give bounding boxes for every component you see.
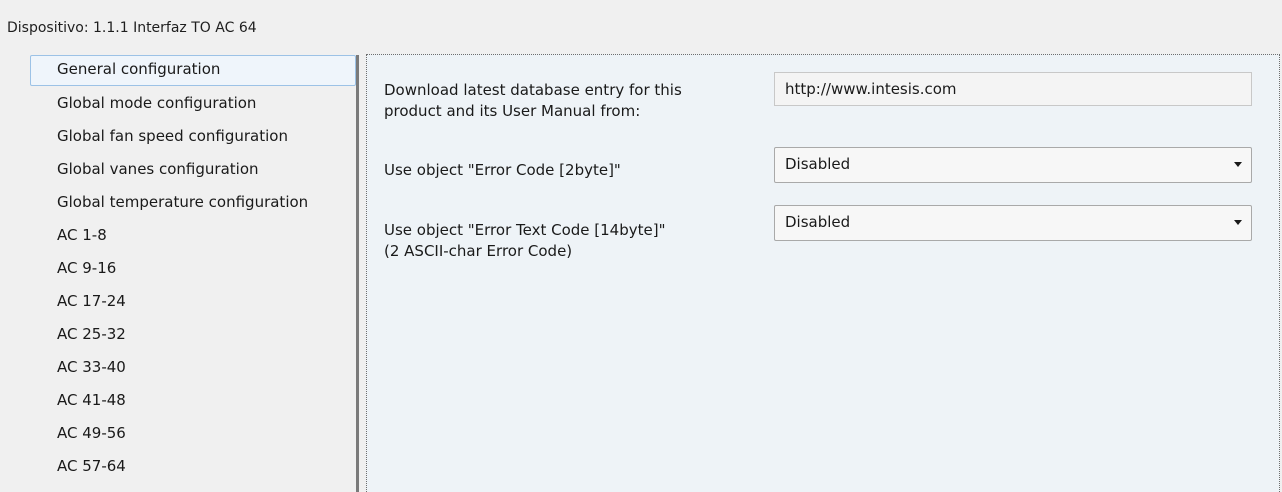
sidebar-item-global-fan-speed-configuration[interactable]: Global fan speed configuration bbox=[30, 121, 356, 154]
sidebar-item-ac-9-16[interactable]: AC 9-16 bbox=[30, 253, 356, 286]
download-url-field[interactable]: http://www.intesis.com bbox=[774, 72, 1252, 106]
error-code-select[interactable]: Disabled bbox=[774, 147, 1252, 183]
sidebar-item-global-temperature-configuration[interactable]: Global temperature configuration bbox=[30, 187, 356, 220]
error-text-code-label: Use object "Error Text Code [14byte]" (2… bbox=[384, 220, 764, 262]
sidebar-item-ac-57-64[interactable]: AC 57-64 bbox=[30, 451, 356, 484]
download-label: Download latest database entry for this … bbox=[384, 80, 764, 122]
panel-splitter[interactable] bbox=[356, 55, 359, 492]
error-code-label: Use object "Error Code [2byte]" bbox=[384, 161, 621, 179]
download-label-line1: Download latest database entry for this bbox=[384, 81, 682, 99]
sidebar-item-ac-33-40[interactable]: AC 33-40 bbox=[30, 352, 356, 385]
download-label-line2: product and its User Manual from: bbox=[384, 102, 641, 120]
error-text-code-label-line2: (2 ASCII-char Error Code) bbox=[384, 242, 573, 260]
sidebar-item-ac-25-32[interactable]: AC 25-32 bbox=[30, 319, 356, 352]
error-code-select-value: Disabled bbox=[785, 155, 851, 173]
sidebar-item-ac-17-24[interactable]: AC 17-24 bbox=[30, 286, 356, 319]
error-text-code-label-line1: Use object "Error Text Code [14byte]" bbox=[384, 221, 666, 239]
sidebar: General configuration Global mode config… bbox=[30, 55, 356, 492]
sidebar-item-global-vanes-configuration[interactable]: Global vanes configuration bbox=[30, 154, 356, 187]
sidebar-item-ac-49-56[interactable]: AC 49-56 bbox=[30, 418, 356, 451]
sidebar-item-ac-1-8[interactable]: AC 1-8 bbox=[30, 220, 356, 253]
chevron-down-icon bbox=[1234, 162, 1242, 167]
device-title: Dispositivo: 1.1.1 Interfaz TO AC 64 bbox=[7, 20, 257, 36]
chevron-down-icon bbox=[1234, 220, 1242, 225]
parameter-panel: Download latest database entry for this … bbox=[366, 54, 1280, 492]
sidebar-item-global-mode-configuration[interactable]: Global mode configuration bbox=[30, 88, 356, 121]
sidebar-item-general-configuration[interactable]: General configuration bbox=[30, 55, 356, 86]
error-text-code-select[interactable]: Disabled bbox=[774, 205, 1252, 241]
sidebar-item-ac-41-48[interactable]: AC 41-48 bbox=[30, 385, 356, 418]
error-text-code-select-value: Disabled bbox=[785, 213, 851, 231]
window: Dispositivo: 1.1.1 Interfaz TO AC 64 Gen… bbox=[0, 0, 1282, 492]
